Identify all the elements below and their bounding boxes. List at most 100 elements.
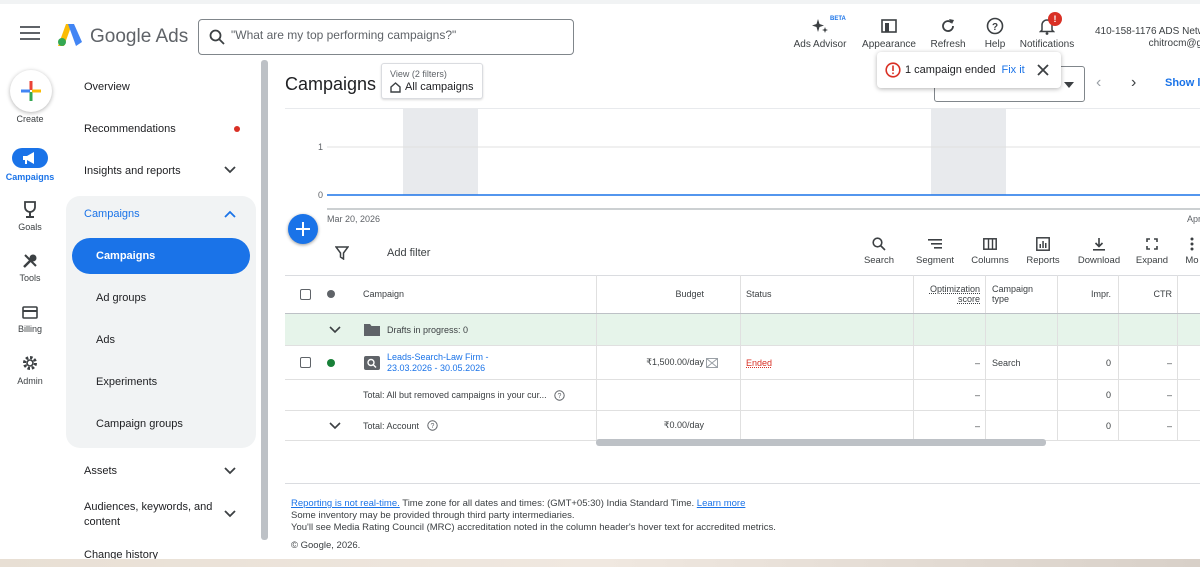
rail-campaigns-button[interactable] xyxy=(12,148,48,168)
credit-card-icon[interactable] xyxy=(19,302,41,322)
header-optimization-score[interactable]: Optimization score xyxy=(913,275,980,313)
close-icon[interactable] xyxy=(1037,64,1049,76)
add-filter-button[interactable]: Add filter xyxy=(387,247,430,259)
nav-assets[interactable]: Assets xyxy=(84,465,117,477)
status-dot-icon xyxy=(327,358,335,367)
nav-recommendations[interactable]: Recommendations xyxy=(84,123,176,135)
header-campaign[interactable]: Campaign xyxy=(363,275,404,313)
header-ctr[interactable]: CTR xyxy=(1118,275,1173,313)
segment-button[interactable]: Segment xyxy=(913,236,957,266)
x-tick-label: Mar 20, 2026 xyxy=(327,214,380,224)
chevron-down-icon[interactable] xyxy=(329,325,341,334)
chevron-down-icon[interactable] xyxy=(224,510,236,518)
rail-goals-label[interactable]: Goals xyxy=(0,222,60,232)
campaign-name-link[interactable]: Leads-Search-Law Firm - 23.03.2026 - 30.… xyxy=(387,346,489,379)
total-removed-label: Total: All but removed campaigns in your… xyxy=(363,390,547,400)
appearance-icon xyxy=(860,16,918,36)
nav-audiences[interactable]: Audiences, keywords, and content xyxy=(84,500,212,530)
help-button[interactable]: ? Help xyxy=(978,16,1012,50)
fix-it-link[interactable]: Fix it xyxy=(1002,64,1025,76)
tools-icon[interactable] xyxy=(19,251,41,271)
megaphone-icon xyxy=(23,152,34,164)
nav-sub-ad-groups[interactable]: Ad groups xyxy=(96,292,146,304)
appearance-label: Appearance xyxy=(862,39,916,50)
help-icon[interactable]: ? xyxy=(554,389,565,401)
rail-tools-label[interactable]: Tools xyxy=(0,273,60,283)
help-icon[interactable]: ? xyxy=(427,420,438,431)
view-filter-selector[interactable]: View (2 filters) All campaigns xyxy=(381,63,483,99)
y-tick-label: 0 xyxy=(318,190,323,200)
budget-edit-icon[interactable] xyxy=(706,357,718,368)
notifications-button[interactable]: ! Notifications xyxy=(1018,12,1076,50)
learn-more-link[interactable]: Learn more xyxy=(697,498,746,509)
chart-band xyxy=(403,109,478,195)
recommendations-dot xyxy=(234,126,240,132)
chevron-down-icon[interactable] xyxy=(224,467,236,475)
plus-icon xyxy=(21,81,41,101)
next-arrow-icon[interactable]: › xyxy=(1131,74,1136,92)
expand-label: Expand xyxy=(1135,255,1169,266)
filter-icon[interactable] xyxy=(335,246,349,260)
rail-billing-label[interactable]: Billing xyxy=(0,324,60,334)
table-horizontal-scrollbar[interactable] xyxy=(596,439,1046,446)
create-button[interactable] xyxy=(10,70,52,112)
notifications-label: Notifications xyxy=(1019,39,1075,50)
table-row[interactable]: Leads-Search-Law Firm - 23.03.2026 - 30.… xyxy=(285,346,1200,380)
search-input[interactable] xyxy=(231,28,561,42)
total-removed-opt: – xyxy=(974,390,980,400)
download-button[interactable]: Download xyxy=(1075,236,1123,266)
rail-admin-label[interactable]: Admin xyxy=(0,376,60,386)
row-checkbox[interactable] xyxy=(300,357,311,368)
columns-button[interactable]: Columns xyxy=(969,236,1011,266)
trophy-icon[interactable] xyxy=(19,200,41,220)
campaign-status[interactable]: Ended xyxy=(746,346,772,379)
create-label: Create xyxy=(16,114,44,124)
nav-campaigns-group[interactable]: Campaigns xyxy=(84,208,140,220)
chevron-up-icon[interactable] xyxy=(224,210,236,218)
refresh-icon xyxy=(926,16,970,36)
reports-button[interactable]: Reports xyxy=(1023,236,1063,266)
chevron-down-icon[interactable] xyxy=(224,166,236,174)
table-toolbar: Add filter Search Segment Columns Report… xyxy=(285,232,1200,276)
gear-icon[interactable] xyxy=(19,353,41,373)
svg-text:?: ? xyxy=(431,423,435,430)
menu-icon[interactable] xyxy=(20,26,40,44)
nav-overview[interactable]: Overview xyxy=(84,81,130,93)
chevron-down-icon[interactable] xyxy=(329,421,341,430)
drafts-row[interactable]: Drafts in progress: 0 xyxy=(285,314,1200,346)
account-id: 410-158-1176 ADS Netwo xyxy=(1095,26,1200,37)
search-tool-button[interactable]: Search xyxy=(861,236,897,266)
nav-scrollbar[interactable] xyxy=(261,60,268,540)
more-button[interactable]: Mo xyxy=(1182,236,1200,266)
prev-arrow-icon[interactable]: ‹ xyxy=(1096,74,1101,92)
nav-insights[interactable]: Insights and reports xyxy=(84,165,181,177)
appearance-button[interactable]: Appearance xyxy=(860,16,918,50)
header-status[interactable]: Status xyxy=(746,275,772,313)
google-ads-logo-icon xyxy=(58,24,82,46)
campaign-type: Search xyxy=(992,357,1021,368)
footer: Reporting is not real-time. Time zone fo… xyxy=(291,498,776,552)
header-impr[interactable]: Impr. xyxy=(1057,275,1111,313)
expand-icon xyxy=(1134,236,1170,252)
nav-sub-campaign-groups[interactable]: Campaign groups xyxy=(96,418,183,430)
show-link[interactable]: Show la xyxy=(1165,77,1200,89)
header-campaign-type[interactable]: Campaign type xyxy=(992,275,1033,313)
inventory-note: Some inventory may be provided through t… xyxy=(291,510,575,521)
header-budget[interactable]: Budget xyxy=(596,275,704,313)
reporting-link[interactable]: Reporting is not real-time. xyxy=(291,498,400,509)
select-all-checkbox[interactable] xyxy=(300,288,311,300)
refresh-label: Refresh xyxy=(930,39,966,50)
account-info[interactable]: 410-158-1176 ADS Netwo chitrocm@gm xyxy=(1095,26,1200,50)
refresh-button[interactable]: Refresh xyxy=(926,16,970,50)
ads-advisor-button[interactable]: BETA Ads Advisor xyxy=(792,16,848,50)
search-box[interactable] xyxy=(198,19,574,55)
expand-button[interactable]: Expand xyxy=(1134,236,1170,266)
left-rail: Create Campaigns Goals Tools Billing Adm… xyxy=(0,62,62,567)
help-icon: ? xyxy=(978,16,1012,36)
nav-sub-ads[interactable]: Ads xyxy=(96,334,115,346)
os-taskbar xyxy=(0,559,1200,567)
total-removed-impr: 0 xyxy=(1105,390,1111,400)
nav-sub-campaigns[interactable]: Campaigns xyxy=(96,250,155,262)
home-icon xyxy=(390,81,401,93)
nav-sub-experiments[interactable]: Experiments xyxy=(96,376,157,388)
